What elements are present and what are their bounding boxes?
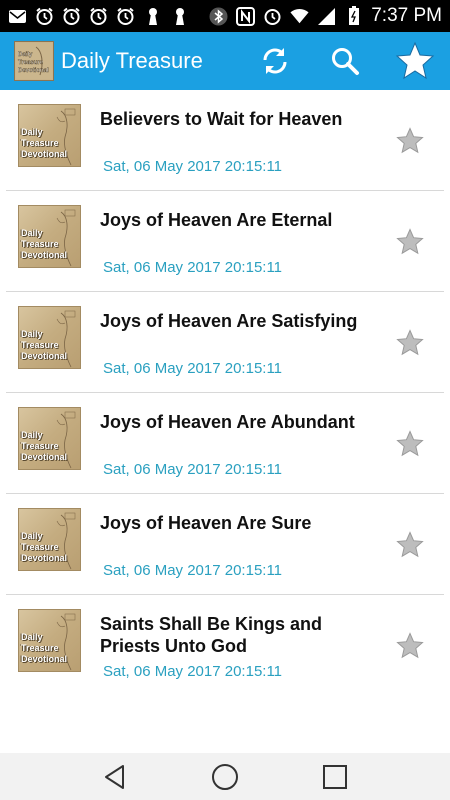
search-button[interactable] bbox=[322, 38, 368, 84]
system-icons: 7:37 PM bbox=[209, 5, 442, 27]
notification-icons bbox=[8, 7, 189, 26]
status-time: 7:37 PM bbox=[371, 5, 442, 26]
devotional-thumbnail: Daily Treasure Devotional bbox=[18, 205, 81, 268]
item-date: Sat, 06 May 2017 20:15:11 bbox=[103, 360, 283, 377]
item-title: Joys of Heaven Are Sure bbox=[100, 513, 312, 533]
thumbnail-text: Daily Treasure Devotional bbox=[21, 329, 68, 361]
list-item[interactable]: Daily Treasure Devotional Joys of Heaven… bbox=[6, 191, 444, 292]
signal-icon bbox=[317, 7, 336, 26]
app-bar: Daily Treasure Devotional Daily Treasure bbox=[0, 32, 450, 90]
wifi-icon bbox=[290, 7, 309, 26]
svg-text:Treasure: Treasure bbox=[18, 60, 44, 66]
keyhole-icon bbox=[170, 7, 189, 26]
favorites-button[interactable] bbox=[392, 38, 438, 84]
navigation-bar bbox=[0, 753, 450, 800]
devotional-thumbnail: Daily Treasure Devotional bbox=[18, 508, 81, 571]
list-item[interactable]: Daily Treasure Devotional Joys of Heaven… bbox=[6, 292, 444, 393]
svg-text:Daily: Daily bbox=[18, 52, 33, 58]
refresh-icon bbox=[263, 48, 287, 74]
thumbnail-text: Daily Treasure Devotional bbox=[21, 430, 68, 462]
appbar-actions bbox=[252, 32, 450, 90]
home-button[interactable] bbox=[205, 757, 245, 797]
item-title: Joys of Heaven Are Eternal bbox=[100, 210, 333, 230]
svg-text:Devotional: Devotional bbox=[18, 68, 49, 74]
star-icon bbox=[396, 228, 424, 255]
devotional-thumbnail: Daily Treasure Devotional bbox=[18, 609, 81, 672]
item-date: Sat, 06 May 2017 20:15:11 bbox=[103, 461, 283, 478]
alarm-icon bbox=[116, 7, 135, 26]
thumbnail-text: Daily Treasure Devotional bbox=[21, 228, 68, 260]
item-date: Sat, 06 May 2017 20:15:11 bbox=[103, 158, 283, 175]
mail-icon bbox=[8, 7, 27, 26]
list-item[interactable]: Daily Treasure Devotional Believers to W… bbox=[6, 90, 444, 191]
star-icon bbox=[396, 430, 424, 457]
alarm-icon bbox=[263, 7, 282, 26]
battery-icon bbox=[344, 6, 363, 26]
devotional-thumbnail: Daily Treasure Devotional bbox=[18, 306, 81, 369]
bluetooth-icon bbox=[209, 7, 228, 26]
item-date: Sat, 06 May 2017 20:15:11 bbox=[103, 562, 283, 579]
app-logo: Daily Treasure Devotional bbox=[14, 41, 54, 81]
item-title: Believers to Wait for Heaven bbox=[100, 109, 343, 129]
star-icon bbox=[396, 531, 424, 558]
alarm-icon bbox=[62, 7, 81, 26]
item-title: Joys of Heaven Are Abundant bbox=[100, 412, 355, 432]
devotional-list: Daily Treasure Devotional Believers to W… bbox=[0, 90, 450, 753]
app-title: Daily Treasure bbox=[61, 48, 203, 73]
nfc-icon bbox=[236, 6, 256, 26]
favorite-toggle[interactable] bbox=[396, 531, 424, 559]
recents-button[interactable] bbox=[315, 757, 355, 797]
thumbnail-text: Daily Treasure Devotional bbox=[21, 127, 68, 159]
home-circle-icon bbox=[212, 763, 238, 790]
favorite-toggle[interactable] bbox=[396, 228, 424, 256]
list-item[interactable]: Daily Treasure Devotional Saints Shall B… bbox=[6, 595, 444, 696]
item-title: Saints Shall Be Kings and Priests Unto G… bbox=[100, 614, 323, 656]
favorite-toggle[interactable] bbox=[396, 329, 424, 357]
devotional-thumbnail: Daily Treasure Devotional bbox=[18, 407, 81, 470]
star-icon bbox=[396, 632, 424, 659]
thumbnail-text: Daily Treasure Devotional bbox=[21, 531, 68, 563]
search-icon bbox=[332, 48, 359, 75]
item-date: Sat, 06 May 2017 20:15:11 bbox=[103, 259, 283, 276]
star-icon bbox=[396, 329, 424, 356]
thumbnail-text: Daily Treasure Devotional bbox=[21, 632, 68, 664]
status-bar: 7:37 PM bbox=[0, 0, 450, 32]
back-button[interactable] bbox=[95, 757, 135, 797]
favorite-toggle[interactable] bbox=[396, 632, 424, 660]
list-item[interactable]: Daily Treasure Devotional Joys of Heaven… bbox=[6, 494, 444, 595]
star-icon bbox=[395, 41, 435, 80]
item-date: Sat, 06 May 2017 20:15:11 bbox=[103, 663, 283, 680]
favorite-toggle[interactable] bbox=[396, 127, 424, 155]
keyhole-icon bbox=[143, 7, 162, 26]
item-title: Joys of Heaven Are Satisfying bbox=[100, 311, 358, 331]
alarm-icon bbox=[35, 7, 54, 26]
alarm-icon bbox=[89, 7, 108, 26]
devotional-thumbnail: Daily Treasure Devotional bbox=[18, 104, 81, 167]
recents-square-icon bbox=[323, 764, 347, 789]
favorite-toggle[interactable] bbox=[396, 430, 424, 458]
refresh-button[interactable] bbox=[252, 38, 298, 84]
back-triangle-icon bbox=[105, 764, 124, 789]
app-logo-image: Daily Treasure Devotional bbox=[16, 43, 52, 79]
star-icon bbox=[396, 127, 424, 154]
list-item[interactable]: Daily Treasure Devotional Joys of Heaven… bbox=[6, 393, 444, 494]
